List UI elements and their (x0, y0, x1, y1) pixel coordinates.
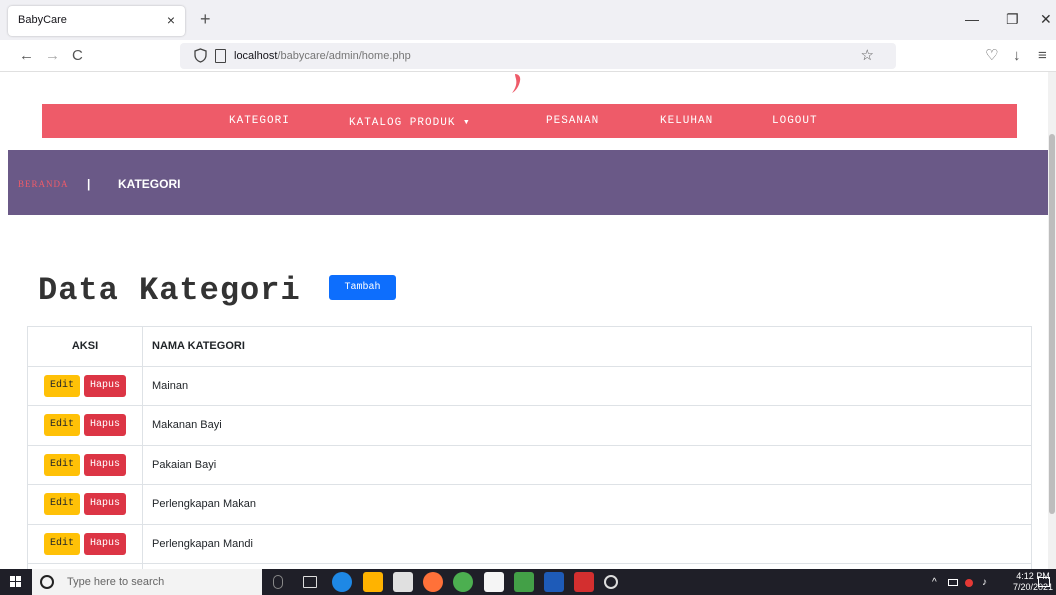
main-menu: KATEGORI KATALOG PRODUK ▾ PESANAN KELUHA… (42, 104, 1017, 138)
volume-icon[interactable]: ♪ (982, 577, 987, 588)
logo-icon (512, 74, 521, 93)
pocket-icon[interactable]: ♡ (985, 47, 998, 65)
table-row: Edit Hapus Pakaian Bayi (27, 444, 1032, 485)
menu-item-pesanan[interactable]: PESANAN (546, 115, 599, 127)
row-actions: EditHapus (27, 365, 143, 406)
tray-chevron-up-icon[interactable]: ^ (932, 577, 937, 588)
forward-icon[interactable]: → (45, 47, 60, 65)
column-header-nama-kategori: NAMA KATEGORI (142, 326, 1032, 367)
settings-icon[interactable] (604, 575, 618, 589)
os-taskbar: Type here to search ^ ♪ 4:12 PM 7/20/202… (0, 569, 1056, 595)
browser-nav-bar: ← → C localhost/babycare/admin/home.php … (0, 40, 1056, 72)
taskbar-search-box[interactable]: Type here to search (32, 569, 262, 595)
new-tab-icon[interactable]: + (200, 9, 211, 29)
table-header-row: AKSI NAMA KATEGORI (27, 326, 1032, 367)
word-icon[interactable] (544, 572, 564, 592)
edit-button[interactable]: Edit (43, 532, 80, 555)
page-viewport: KATEGORI KATALOG PRODUK ▾ PESANAN KELUHA… (0, 72, 1048, 569)
tab-close-icon[interactable]: × (167, 12, 175, 28)
microphone-icon[interactable] (273, 575, 283, 589)
task-view-icon[interactable] (303, 576, 317, 588)
menu-item-kategori[interactable]: KATEGORI (229, 115, 290, 127)
row-actions: EditHapus (27, 523, 143, 564)
breadcrumb-separator: | (87, 177, 91, 191)
chevron-down-icon: ▾ (463, 117, 471, 129)
page-scrollbar[interactable] (1048, 72, 1056, 569)
breadcrumb-current: KATEGORI (118, 177, 181, 191)
notifications-icon[interactable] (1038, 577, 1050, 587)
firefox-icon[interactable] (423, 572, 443, 592)
chrome-icon[interactable] (453, 572, 473, 592)
page-title: Data Kategori (38, 272, 301, 309)
breadcrumb: BERANDA | KATEGORI (8, 150, 1048, 215)
category-name: Mainan (142, 365, 1032, 406)
category-name: Makanan Bayi (142, 405, 1032, 446)
category-name: Pakaian Bayi (142, 444, 1032, 485)
add-category-button[interactable]: Tambah (329, 275, 396, 300)
media-app-icon[interactable] (574, 572, 594, 592)
column-header-aksi: AKSI (27, 326, 143, 367)
window-close-icon[interactable]: ✕ (1040, 11, 1052, 27)
table-row: Edit Hapus Perlengkapan Mandi (27, 523, 1032, 564)
battery-icon[interactable] (948, 579, 958, 586)
reload-icon[interactable]: C (72, 47, 83, 65)
minimize-icon[interactable]: — (965, 11, 979, 27)
browser-tab[interactable]: BabyCare × (8, 6, 185, 36)
edit-button[interactable]: Edit (43, 414, 80, 437)
excel-icon[interactable] (514, 572, 534, 592)
edge-icon[interactable] (332, 572, 352, 592)
breadcrumb-home[interactable]: BERANDA (18, 179, 69, 189)
delete-button[interactable]: Hapus (84, 414, 127, 437)
shield-icon (194, 48, 207, 63)
category-name: Perlengkapan Makan (142, 484, 1032, 525)
url-bar[interactable]: localhost/babycare/admin/home.php ☆ (180, 43, 896, 69)
page-icon (215, 49, 226, 63)
maximize-icon[interactable]: ❐ (1006, 11, 1019, 27)
table-row: Edit Hapus Makanan Bayi (27, 405, 1032, 446)
row-actions: EditHapus (27, 444, 143, 485)
browser-menu-icon[interactable]: ≡ (1038, 47, 1047, 65)
table-row: Edit Hapus Mainan (27, 365, 1032, 406)
edit-button[interactable]: Edit (43, 493, 80, 516)
url-text: localhost/babycare/admin/home.php (234, 50, 411, 62)
edit-button[interactable]: Edit (43, 453, 80, 476)
browser-tab-bar: BabyCare × + — ❐ ✕ (0, 0, 1056, 40)
delete-button[interactable]: Hapus (84, 453, 127, 476)
cortana-icon (40, 575, 54, 589)
row-actions: EditHapus (27, 484, 143, 525)
menu-item-katalog-produk[interactable]: KATALOG PRODUK ▾ (349, 115, 471, 129)
delete-button[interactable]: Hapus (84, 493, 127, 516)
menu-item-logout[interactable]: LOGOUT (772, 115, 818, 127)
taskbar-search-placeholder: Type here to search (67, 576, 165, 588)
download-icon[interactable]: ↓ (1013, 47, 1021, 65)
bookmark-star-icon[interactable]: ☆ (861, 46, 874, 64)
category-table: AKSI NAMA KATEGORI Edit Hapus Mainan Edit… (27, 326, 1032, 569)
row-actions: EditHapus (27, 405, 143, 446)
mail-icon[interactable] (393, 572, 413, 592)
delete-button[interactable]: Hapus (84, 532, 127, 555)
file-explorer-icon[interactable] (363, 572, 383, 592)
scrollbar-thumb[interactable] (1049, 134, 1055, 514)
tab-title: BabyCare (18, 14, 67, 26)
store-icon[interactable] (484, 572, 504, 592)
windows-start-icon[interactable] (0, 569, 32, 595)
delete-button[interactable]: Hapus (84, 374, 127, 397)
back-icon[interactable]: ← (19, 47, 34, 65)
edit-button[interactable]: Edit (43, 374, 80, 397)
menu-item-keluhan[interactable]: KELUHAN (660, 115, 713, 127)
network-icon[interactable] (965, 579, 973, 587)
category-name: Perlengkapan Mandi (142, 523, 1032, 564)
table-row: Edit Hapus Perlengkapan Makan (27, 484, 1032, 525)
